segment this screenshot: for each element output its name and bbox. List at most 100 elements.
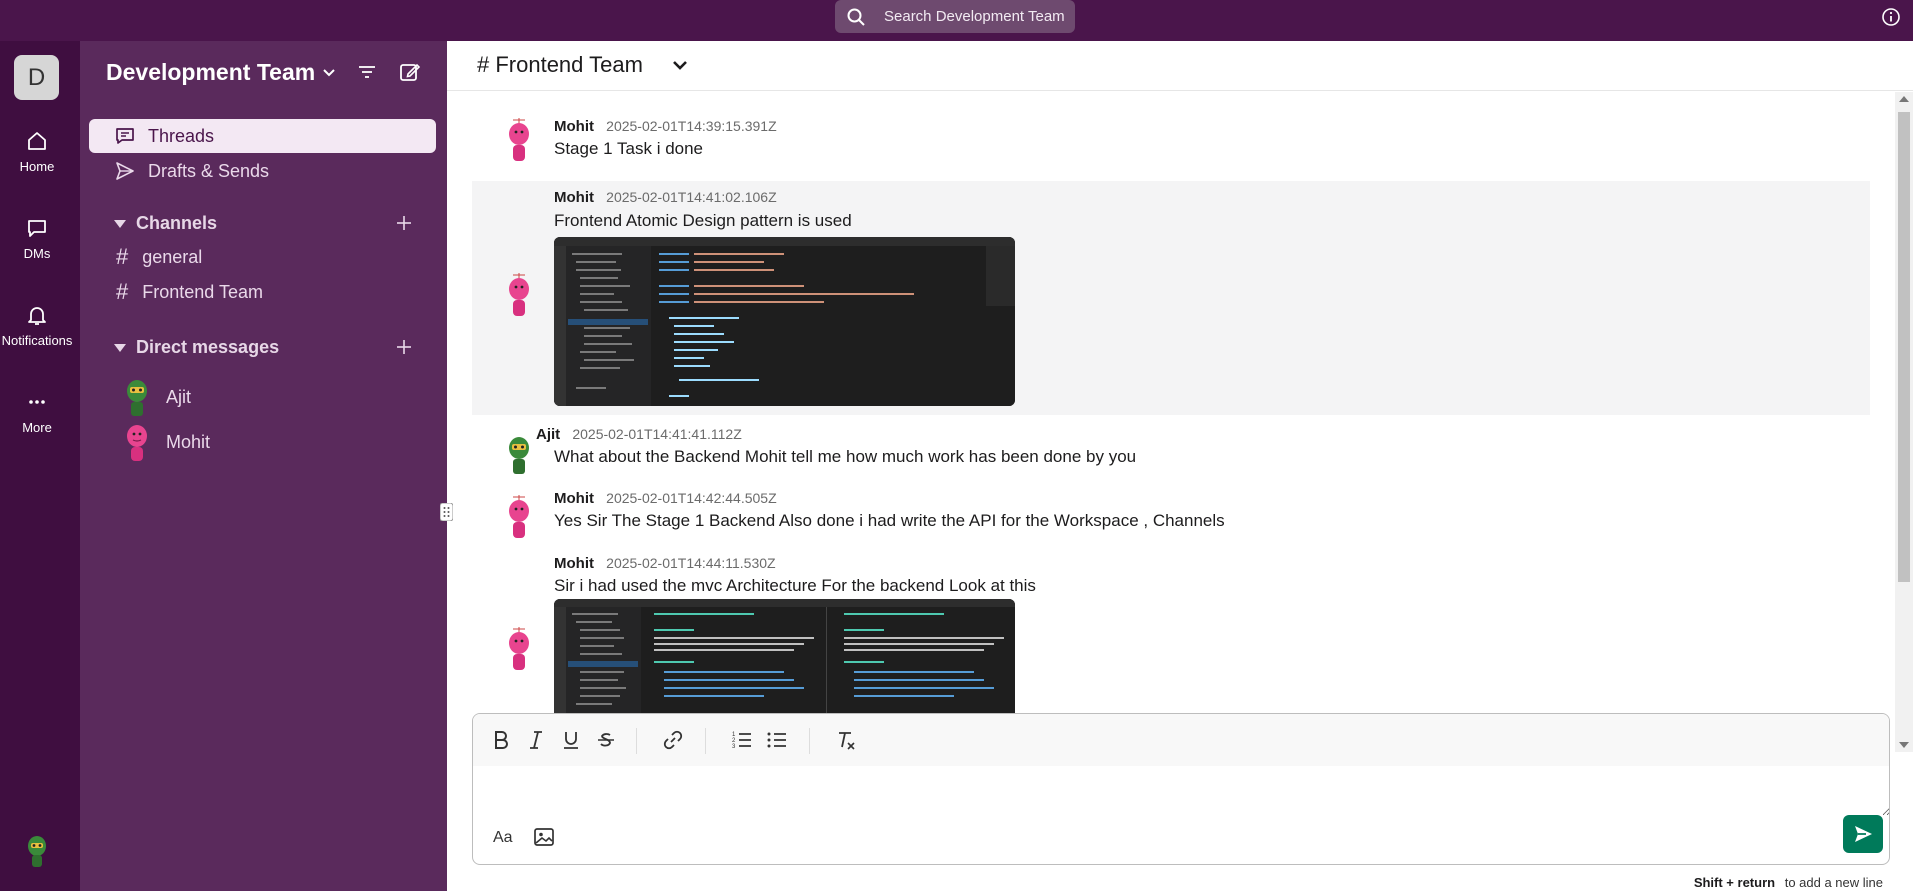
svg-text:3: 3	[732, 744, 736, 750]
message-text: What about the Backend Mohit tell me how…	[554, 447, 1137, 466]
clear-formatting-icon[interactable]	[834, 728, 858, 752]
message-text: Yes Sir The Stage 1 Backend Also done i …	[554, 511, 1225, 530]
chevron-down-icon[interactable]	[320, 63, 338, 81]
avatar-mohit	[509, 627, 529, 670]
message-author[interactable]: Mohit	[554, 555, 594, 572]
message-author[interactable]: Mohit	[554, 490, 594, 507]
chevron-down-icon[interactable]	[669, 54, 691, 76]
nav-threads-label: Threads	[148, 125, 215, 146]
channels-heading: Channels	[136, 213, 218, 233]
nav-drafts-label: Drafts & Sends	[148, 160, 270, 181]
message-time: 2025-02-01T14:41:02.106Z	[606, 189, 777, 205]
message-item[interactable]: Ajit 2025-02-01T14:41:41.112Z What about…	[472, 426, 1870, 486]
current-user-avatar[interactable]	[22, 833, 52, 869]
message-item[interactable]: Mohit 2025-02-01T14:42:44.505Z Yes Sir T…	[472, 490, 1870, 550]
rail-more[interactable]: More	[0, 390, 74, 435]
rail-home-label: Home	[19, 159, 55, 174]
dm-label: Mohit	[166, 431, 211, 452]
message-header: Ajit 2025-02-01T14:41:41.112Z	[536, 426, 742, 443]
message-header: Mohit 2025-02-01T14:44:11.530Z	[554, 555, 776, 572]
bell-icon	[28, 307, 46, 325]
rail-home[interactable]: Home	[0, 129, 74, 174]
add-channel-plus-icon[interactable]	[394, 213, 414, 233]
message-icon	[28, 220, 46, 237]
dm-label: Ajit	[166, 386, 192, 407]
send-arrow-icon	[1855, 826, 1872, 842]
resize-handle-icon[interactable]	[440, 503, 453, 521]
hash-icon: #	[116, 244, 129, 269]
message-time: 2025-02-01T14:41:41.112Z	[572, 426, 742, 442]
workspace-name[interactable]: Development Team	[106, 59, 315, 86]
workspace-avatar[interactable]: D	[14, 55, 59, 100]
channel-label: Frontend Team	[142, 281, 263, 302]
filter-icon[interactable]	[356, 61, 378, 83]
channel-label: general	[142, 246, 203, 267]
send-button[interactable]	[1843, 815, 1883, 853]
toolbar-divider	[809, 728, 810, 754]
image-upload-icon[interactable]	[533, 826, 555, 848]
channel-header: # Frontend Team	[447, 41, 1913, 91]
channels-section-toggle[interactable]: Channels	[114, 213, 217, 234]
search-icon	[847, 8, 865, 26]
message-scrollbar[interactable]	[1895, 92, 1913, 752]
message-item[interactable]: Mohit 2025-02-01T14:41:02.106Z Frontend …	[472, 181, 1870, 415]
app-rail: D Home DMs Notifications More	[0, 41, 80, 891]
message-author[interactable]: Mohit	[554, 118, 594, 135]
message-item[interactable]: Mohit 2025-02-01T14:39:15.391Z Stage 1 T…	[472, 110, 1870, 170]
strikethrough-icon[interactable]	[594, 728, 618, 752]
attached-image-code-screenshot[interactable]	[554, 237, 1015, 406]
message-author[interactable]: Mohit	[554, 189, 594, 206]
message-time: 2025-02-01T14:42:44.505Z	[606, 490, 777, 506]
message-header: Mohit 2025-02-01T14:42:44.505Z	[554, 490, 777, 507]
sidebar: Development Team Threads Drafts & Sends …	[80, 41, 447, 891]
message-input[interactable]	[473, 766, 1889, 816]
rail-dms-label: DMs	[23, 246, 51, 261]
bullet-list-icon[interactable]	[765, 728, 789, 752]
rail-notifications-label: Notifications	[1, 333, 73, 348]
avatar-mohit	[509, 118, 529, 161]
dm-item-ajit[interactable]: Ajit	[120, 376, 191, 418]
nav-drafts-sends[interactable]: Drafts & Sends	[89, 154, 436, 188]
message-list: Mohit 2025-02-01T14:39:15.391Z Stage 1 T…	[447, 92, 1913, 753]
compose-icon[interactable]	[398, 60, 422, 84]
nav-threads[interactable]: Threads	[89, 119, 436, 153]
channel-item-general[interactable]: # general	[116, 244, 202, 270]
rail-more-label: More	[22, 420, 52, 435]
avatar-ajit	[127, 380, 147, 416]
channel-title[interactable]: # Frontend Team	[477, 52, 643, 78]
italic-icon[interactable]	[524, 728, 548, 752]
caret-down-icon	[114, 219, 126, 228]
main-panel: # Frontend Team Mohit 2025-02-01T14:39:1…	[440, 41, 1913, 891]
link-icon[interactable]	[661, 728, 685, 752]
hint-text: to add a new line	[1784, 875, 1883, 890]
message-text: Frontend Atomic Design pattern is used	[554, 211, 852, 230]
ordered-list-icon[interactable]: 123	[730, 728, 754, 752]
dm-section-toggle[interactable]: Direct messages	[114, 337, 279, 358]
avatar-ajit	[509, 437, 529, 474]
search-box[interactable]: Search Development Team	[835, 0, 1075, 33]
rail-notifications[interactable]: Notifications	[0, 303, 74, 348]
toolbar-divider	[636, 728, 637, 754]
threads-icon	[116, 128, 134, 144]
dm-item-mohit[interactable]: Mohit	[120, 421, 210, 463]
message-header: Mohit 2025-02-01T14:39:15.391Z	[554, 118, 777, 135]
text-format-toggle-button[interactable]: Aa	[493, 829, 513, 847]
message-author[interactable]: Ajit	[536, 426, 560, 443]
search-label: Search Development Team	[884, 8, 1065, 25]
channel-item-frontend-team[interactable]: # Frontend Team	[116, 279, 263, 305]
bold-icon[interactable]	[489, 728, 513, 752]
info-icon[interactable]	[1881, 7, 1901, 27]
underline-icon[interactable]	[559, 728, 583, 752]
home-icon	[28, 132, 46, 150]
dm-heading: Direct messages	[136, 337, 280, 357]
scroll-up-arrow-icon[interactable]	[1899, 96, 1909, 102]
hash-icon: #	[116, 279, 129, 304]
scroll-thumb[interactable]	[1898, 112, 1910, 582]
avatar-mohit	[127, 425, 147, 461]
message-time: 2025-02-01T14:44:11.530Z	[606, 555, 776, 571]
rail-dms[interactable]: DMs	[0, 216, 74, 261]
avatar-mohit	[509, 273, 529, 316]
add-dm-plus-icon[interactable]	[394, 337, 414, 357]
avatar-mohit	[509, 495, 529, 538]
scroll-down-arrow-icon[interactable]	[1899, 742, 1909, 748]
